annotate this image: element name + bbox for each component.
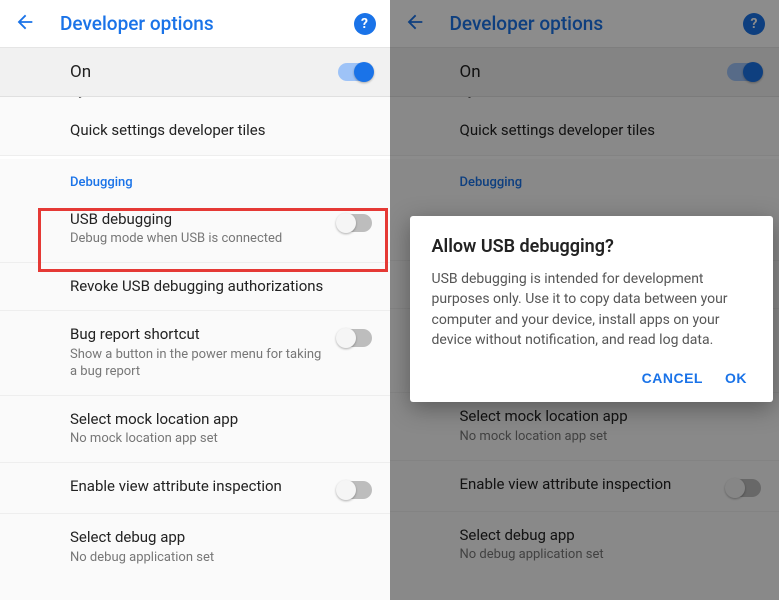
dialog-title: Allow USB debugging?: [432, 236, 752, 257]
ok-button[interactable]: OK: [725, 370, 747, 386]
section-header-debugging: Debugging: [0, 159, 390, 196]
cancel-button[interactable]: CANCEL: [642, 370, 703, 386]
usb-debugging-item[interactable]: USB debugging Debug mode when USB is con…: [0, 196, 390, 262]
mock-location-item[interactable]: Select mock location app No mock locatio…: [0, 396, 390, 463]
usb-debugging-dialog: Allow USB debugging? USB debugging is in…: [410, 216, 774, 402]
back-icon[interactable]: [14, 11, 36, 37]
page-title: Developer options: [60, 12, 354, 35]
master-toggle-label: On: [70, 62, 338, 82]
usb-debugging-toggle[interactable]: [338, 214, 372, 232]
partial-item: System UI demo mode: [0, 97, 390, 107]
screen-left: Developer options ? On System UI demo mo…: [0, 0, 390, 600]
screen-right: Developer options ? On System UI demo mo…: [390, 0, 779, 600]
revoke-usb-item[interactable]: Revoke USB debugging authorizations: [0, 262, 390, 312]
header-bar: Developer options ?: [0, 0, 390, 48]
master-toggle-row[interactable]: On: [0, 48, 390, 97]
dialog-body: USB debugging is intended for developmen…: [432, 269, 752, 350]
dialog-actions: CANCEL OK: [432, 364, 752, 392]
bug-report-toggle[interactable]: [338, 329, 372, 347]
view-attribute-item[interactable]: Enable view attribute inspection: [0, 463, 390, 514]
help-icon[interactable]: ?: [354, 13, 376, 35]
quick-settings-tiles-item[interactable]: Quick settings developer tiles: [0, 107, 390, 156]
select-debug-app-item[interactable]: Select debug app No debug application se…: [0, 514, 390, 580]
view-attribute-toggle[interactable]: [338, 481, 372, 499]
bug-report-item[interactable]: Bug report shortcut Show a button in the…: [0, 311, 390, 395]
master-toggle[interactable]: [338, 63, 372, 81]
